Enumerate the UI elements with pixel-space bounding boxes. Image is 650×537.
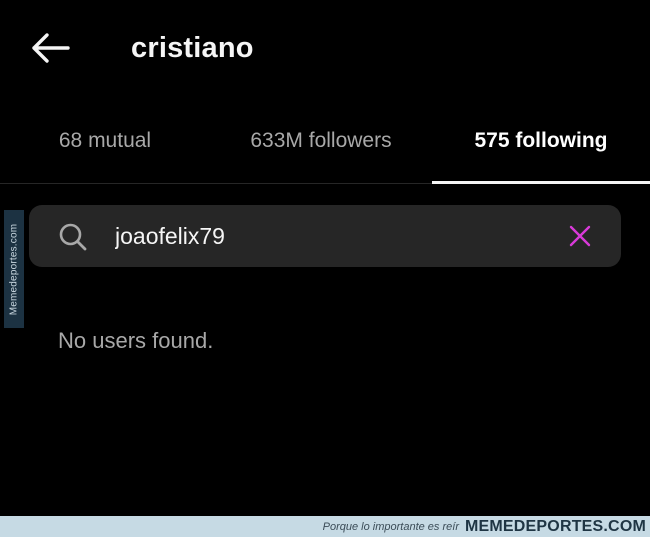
footer-watermark: Porque lo importante es reír MEMEDEPORTE… <box>0 516 650 537</box>
profile-username-title: cristiano <box>131 32 254 64</box>
side-watermark: Memedeportes.com <box>4 210 24 328</box>
active-tab-indicator <box>432 181 650 184</box>
arrow-left-icon <box>32 33 70 63</box>
close-icon <box>569 225 591 247</box>
back-button[interactable] <box>22 26 78 70</box>
footer-tagline: Porque lo importante es reír <box>322 520 459 533</box>
no-results-message: No users found. <box>58 328 214 353</box>
tab-followers[interactable]: 633M followers <box>210 110 432 182</box>
tab-following[interactable]: 575 following <box>432 110 650 182</box>
tab-mutual[interactable]: 68 mutual <box>0 110 210 182</box>
search-icon <box>59 223 87 251</box>
tab-bar: 68 mutual 633M followers 575 following <box>0 110 650 184</box>
search-input[interactable] <box>115 215 555 257</box>
search-bar <box>29 205 621 267</box>
top-bar: cristiano <box>0 0 650 95</box>
clear-search-button[interactable] <box>565 221 595 251</box>
side-watermark-text: Memedeportes.com <box>8 223 20 315</box>
footer-brand: MEMEDEPORTES.COM <box>465 517 646 535</box>
